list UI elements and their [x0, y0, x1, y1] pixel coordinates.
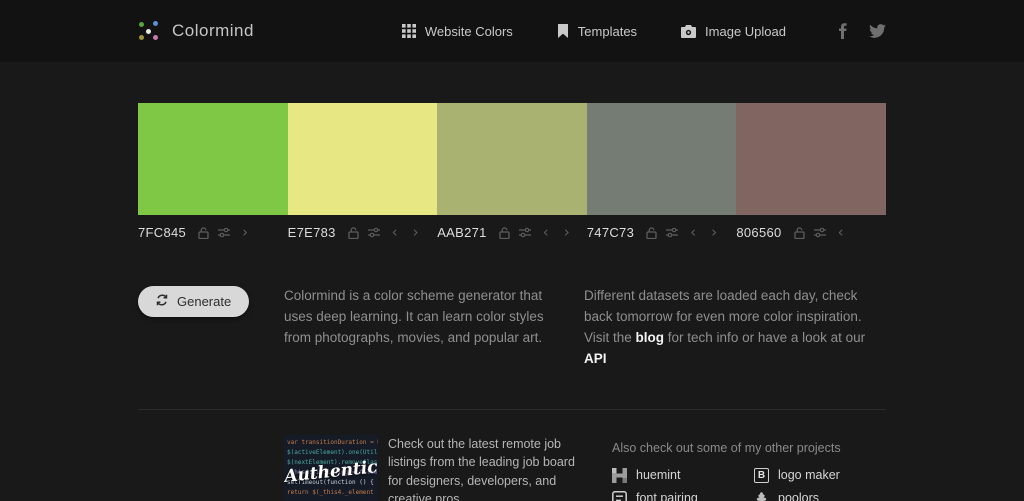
project-label: huemint — [636, 468, 681, 483]
color-swatch-4[interactable] — [586, 103, 737, 215]
projects-title: Also check out some of my other projects — [612, 440, 841, 455]
lock-icon[interactable] — [646, 226, 657, 239]
move-right-icon[interactable]: › — [239, 225, 251, 240]
huemint-icon — [612, 467, 627, 483]
logo-maker-icon: B — [754, 467, 769, 483]
move-left-icon[interactable]: ‹ — [687, 225, 699, 240]
swatch-controls-3: AAB271 ‹ › — [437, 225, 587, 241]
project-label: poolors — [778, 491, 819, 501]
other-projects: Also check out some of my other projects… — [612, 435, 896, 501]
ad-copy: Check out the latest remote job listings… — [388, 435, 584, 501]
move-left-icon[interactable]: ‹ — [389, 225, 401, 240]
nav-templates[interactable]: Templates — [557, 24, 637, 39]
footer: var transitionDuration = Ut $(activeElem… — [138, 434, 886, 501]
header: Colormind Website Colors Templates Image… — [0, 0, 1024, 62]
poolors-icon — [754, 491, 769, 501]
about-left: Colormind is a color scheme generator th… — [284, 286, 584, 370]
move-right-icon[interactable]: › — [410, 225, 422, 240]
about-right-fragment: for tech info or have a look at our — [664, 329, 866, 345]
main-nav: Website Colors Templates Image Upload — [401, 23, 786, 39]
nav-label: Image Upload — [705, 23, 786, 39]
hex-value[interactable]: 747C73 — [587, 225, 634, 240]
color-swatch-5[interactable] — [736, 103, 886, 215]
hex-value[interactable]: 806560 — [736, 225, 781, 240]
lock-icon[interactable] — [198, 226, 209, 239]
project-poolors[interactable]: poolors — [754, 491, 896, 501]
bookmark-icon — [557, 24, 569, 38]
move-left-icon[interactable]: ‹ — [835, 225, 847, 240]
swatch-controls-2: E7E783 ‹ › — [288, 225, 438, 241]
lock-icon[interactable] — [793, 226, 805, 239]
api-link[interactable]: API — [584, 351, 607, 366]
colormind-logo-icon — [138, 20, 160, 42]
swatch-row — [138, 103, 886, 215]
swatch-controls-1: 7FC845 › — [138, 225, 288, 241]
swatch-controls-4: 747C73 ‹ › — [587, 225, 737, 241]
about-right: Different datasets are loaded each day, … — [584, 286, 886, 370]
hex-value[interactable]: AAB271 — [437, 225, 487, 240]
ad-text[interactable]: Check out the latest remote job listings… — [388, 435, 584, 501]
nav-label: Website Colors — [424, 23, 513, 39]
project-huemint[interactable]: huemint — [612, 467, 754, 483]
nav-website-colors[interactable]: Website Colors — [401, 23, 513, 39]
lock-icon[interactable] — [499, 226, 510, 239]
about-text-right: Different datasets are loaded each day, … — [584, 286, 886, 370]
lock-icon[interactable] — [348, 226, 359, 239]
actions-row: Generate Colormind is a color scheme gen… — [138, 286, 886, 370]
carbon-ad[interactable]: var transitionDuration = Ut $(activeElem… — [284, 434, 584, 501]
generate-button[interactable]: Generate — [138, 286, 250, 317]
about-text-left: Colormind is a color scheme generator th… — [284, 288, 544, 345]
adjust-sliders-icon[interactable] — [518, 227, 531, 238]
palette-controls: 7FC845 › E7E783 ‹ › AAB271 ‹ › 747C73 ‹ … — [138, 225, 886, 241]
move-right-icon[interactable]: › — [561, 225, 573, 240]
hex-value[interactable]: 7FC845 — [138, 225, 186, 240]
adjust-sliders-icon[interactable] — [367, 227, 380, 238]
nav-image-upload[interactable]: Image Upload — [681, 24, 786, 39]
color-swatch-3[interactable] — [437, 103, 587, 215]
adjust-sliders-icon[interactable] — [218, 227, 231, 238]
hex-value[interactable]: E7E783 — [288, 225, 336, 240]
brand-name: Colormind — [172, 21, 254, 40]
main-content: 7FC845 › E7E783 ‹ › AAB271 ‹ › 747C73 ‹ … — [138, 103, 886, 501]
ad-image[interactable]: var transitionDuration = Ut $(activeElem… — [284, 434, 378, 501]
generate-label: Generate — [177, 294, 232, 309]
project-label: logo maker — [778, 468, 840, 483]
facebook-icon[interactable] — [838, 23, 847, 39]
project-logo-maker[interactable]: B logo maker — [754, 467, 896, 483]
camera-icon — [681, 24, 697, 38]
project-label: font pairing — [636, 491, 698, 501]
move-left-icon[interactable]: ‹ — [540, 225, 552, 240]
refresh-icon — [156, 294, 168, 309]
swatch-controls-5: 806560 ‹ — [736, 225, 886, 241]
grid-icon — [401, 24, 416, 38]
blog-link[interactable]: blog — [636, 330, 665, 345]
projects-grid: huemint B logo maker font pairing poolor… — [612, 467, 896, 501]
social-links — [838, 23, 886, 39]
twitter-icon[interactable] — [869, 24, 886, 38]
brand[interactable]: Colormind — [138, 20, 254, 42]
project-font-pairing[interactable]: font pairing — [612, 490, 754, 501]
adjust-sliders-icon[interactable] — [813, 227, 826, 238]
color-swatch-2[interactable] — [287, 103, 438, 215]
section-divider — [138, 408, 886, 410]
move-right-icon[interactable]: › — [708, 225, 720, 240]
generate-column: Generate — [138, 286, 284, 370]
color-palette: 7FC845 › E7E783 ‹ › AAB271 ‹ › 747C73 ‹ … — [138, 103, 886, 240]
color-swatch-1[interactable] — [138, 103, 288, 215]
nav-label: Templates — [577, 23, 638, 39]
adjust-sliders-icon[interactable] — [666, 227, 679, 238]
font-pairing-icon — [612, 490, 627, 501]
